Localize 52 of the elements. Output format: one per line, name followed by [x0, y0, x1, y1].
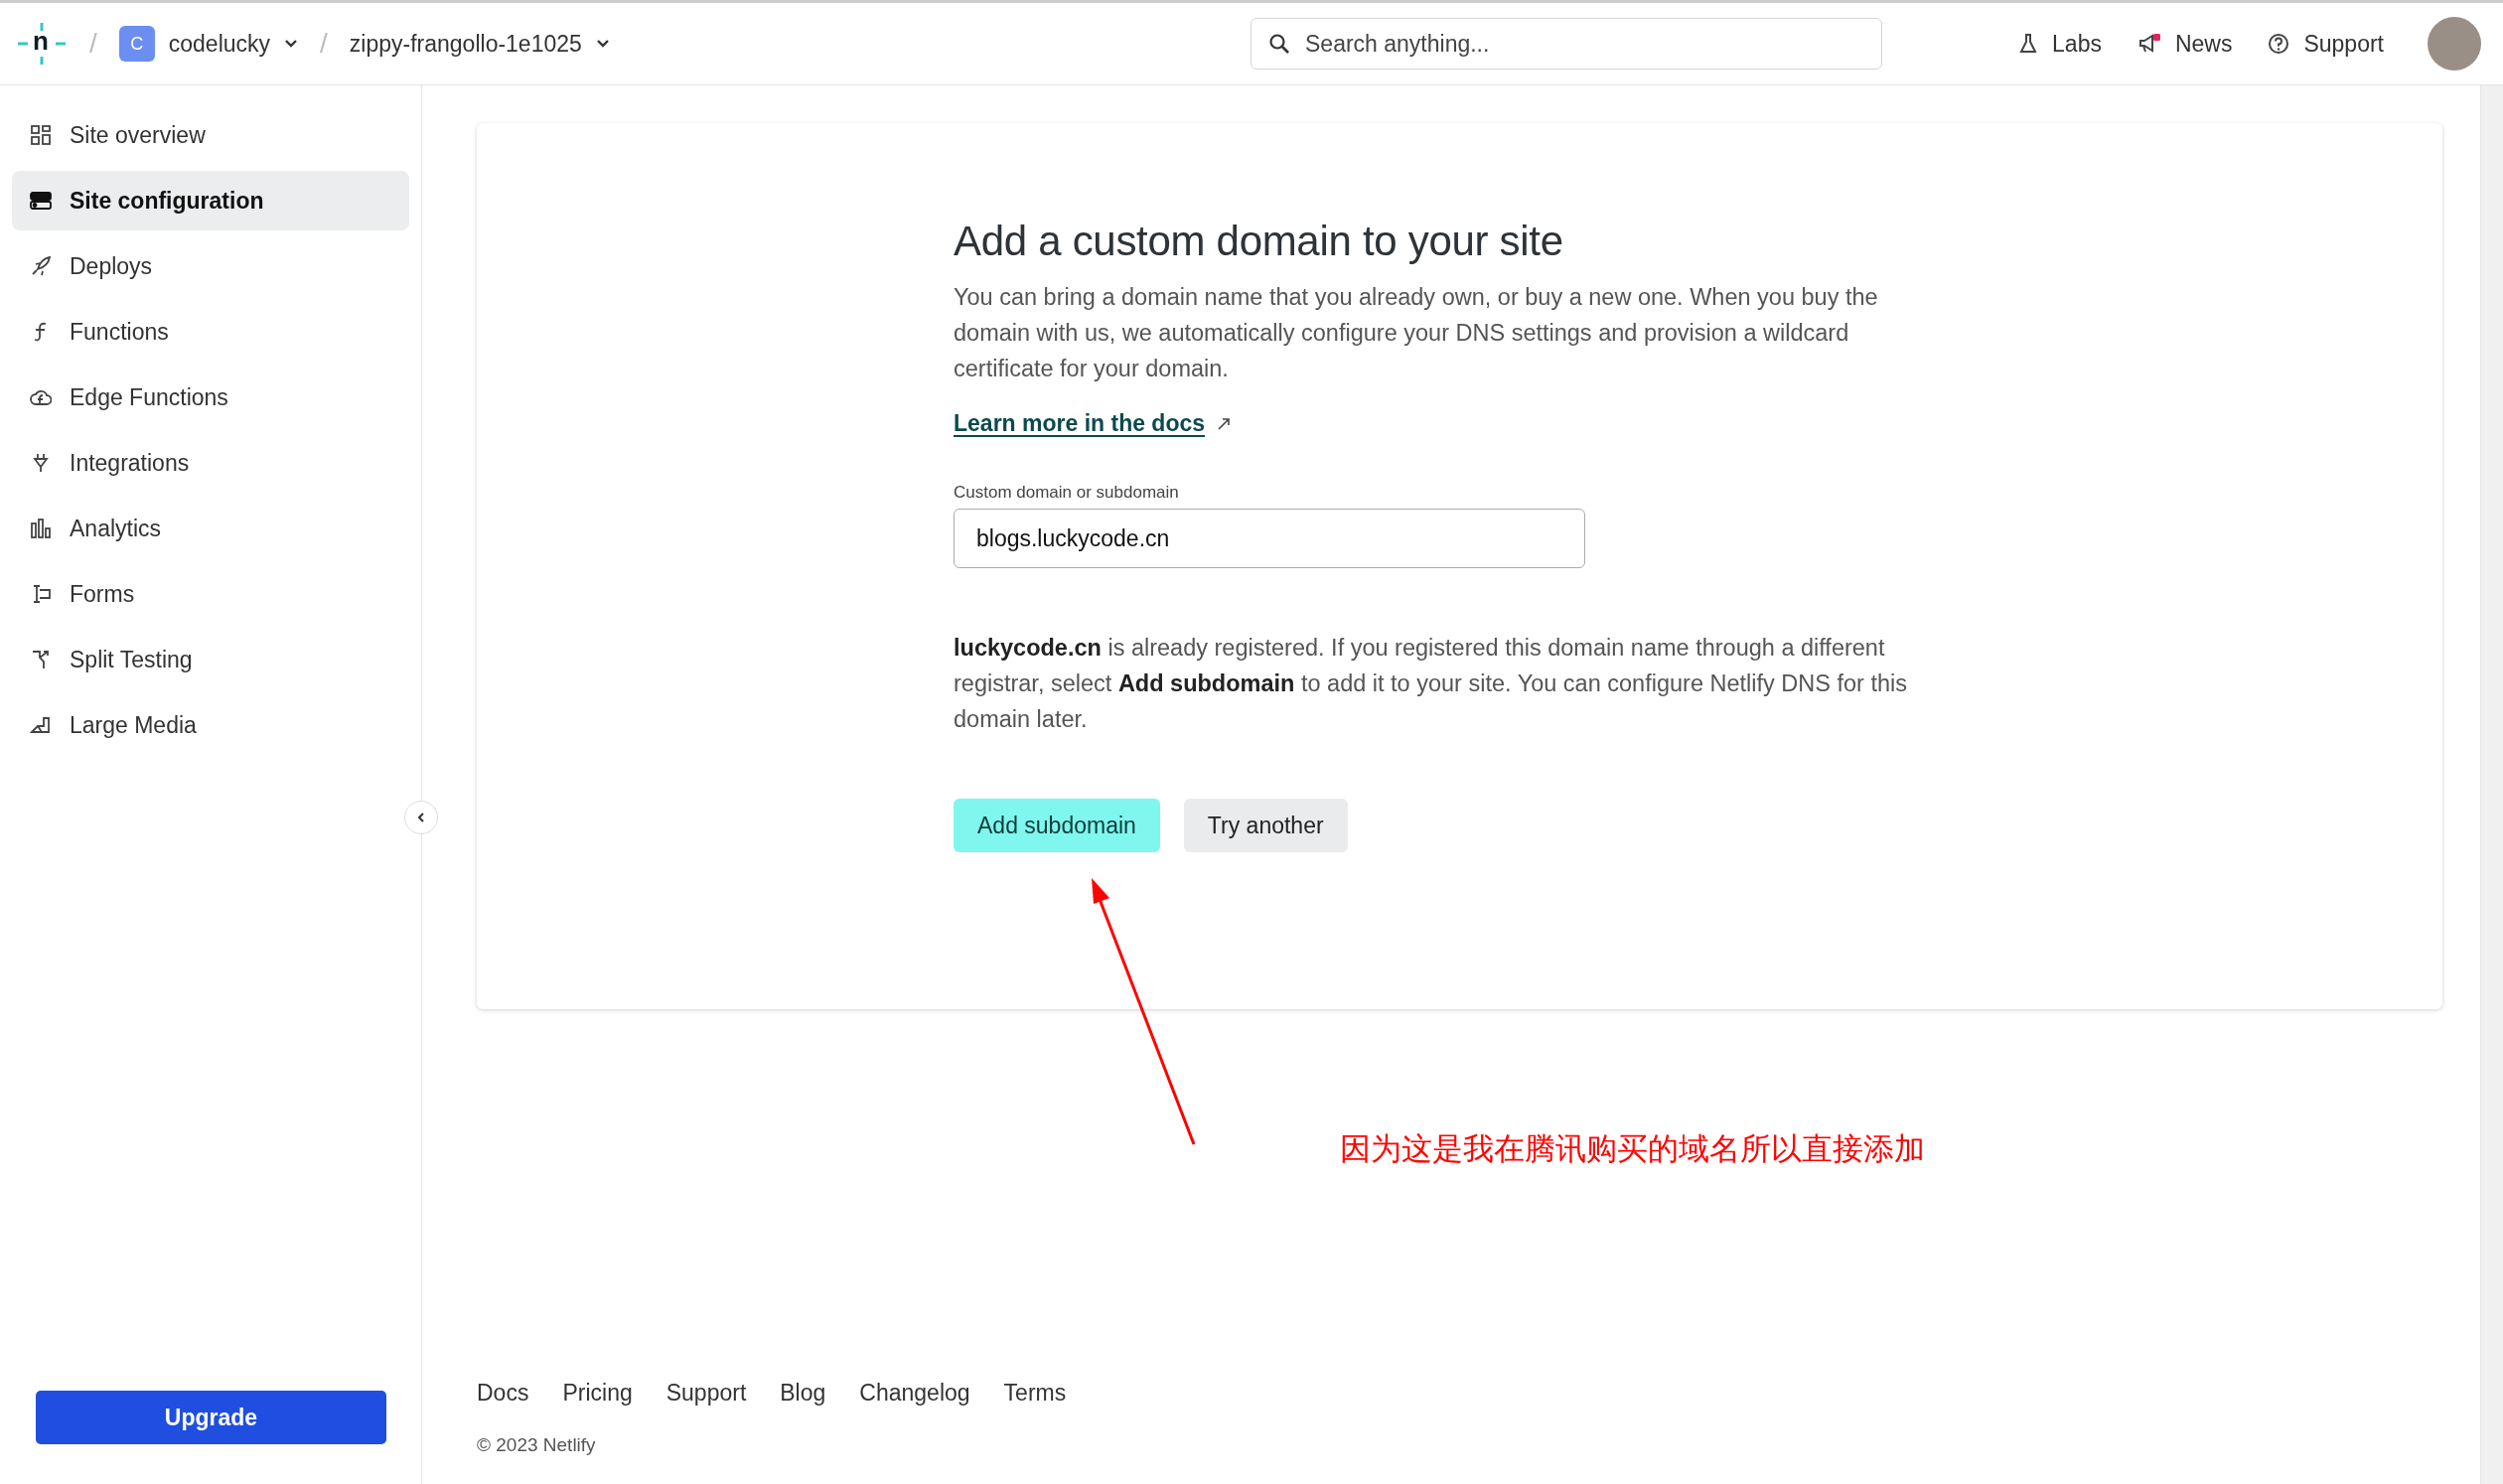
toggles-icon — [30, 190, 52, 212]
scrollbar[interactable] — [2480, 85, 2503, 1484]
collapse-button[interactable] — [404, 801, 438, 834]
search-icon — [1268, 33, 1290, 55]
sidebar-item[interactable]: Split Testing — [12, 630, 409, 689]
search-field[interactable]: Search anything... — [1251, 18, 1882, 70]
sidebar-item[interactable]: Edge Functions — [12, 368, 409, 427]
add-subdomain-button[interactable]: Add subdomain — [954, 799, 1160, 852]
docs-link[interactable]: Learn more in the docs — [954, 410, 1206, 437]
sidebar-item[interactable]: Forms — [12, 564, 409, 624]
breadcrumb-separator: / — [89, 28, 97, 60]
site-selector[interactable]: zippy-frangollo-1e1025 — [349, 30, 610, 58]
help-icon — [2268, 33, 2290, 55]
footer-link[interactable]: Support — [665, 1380, 747, 1407]
field-label: Custom domain or subdomain — [954, 483, 1180, 503]
megaphone-icon — [2136, 33, 2161, 55]
caret-icon — [284, 39, 299, 49]
footer-link[interactable]: Terms — [1003, 1380, 1067, 1407]
chevron-left-icon — [416, 812, 426, 823]
external-link-icon — [1217, 416, 1232, 431]
sidebar-item[interactable]: Site configuration — [12, 171, 409, 230]
try-another-button[interactable]: Try another — [1183, 799, 1348, 852]
intro-text: You can bring a domain name that you already own, or buy a new one. When you buy the domain with us, we automatically configure your DNS settings and provision a wildcard certificate for your domain. — [954, 283, 1879, 383]
nav-link[interactable]: Support — [2268, 30, 2384, 58]
sidebar-item[interactable]: Analytics — [12, 499, 409, 558]
sidebar-item[interactable]: Deploys — [12, 236, 409, 296]
copyright-text: © 2023 Netlify — [477, 1434, 597, 1456]
sidebar-item[interactable]: Large Media — [12, 695, 409, 755]
annotation-text: 因为这是我在腾讯购买的域名所以直接添加 — [1340, 1130, 1925, 1168]
media-icon — [30, 714, 52, 736]
grid-icon — [30, 124, 52, 146]
sidebar-item[interactable]: Site overview — [12, 105, 409, 165]
footer-link[interactable]: Changelog — [859, 1380, 970, 1407]
nav-link[interactable]: News — [2136, 30, 2233, 58]
sidebar-item[interactable]: Integrations — [12, 433, 409, 493]
upgrade-button[interactable]: Upgrade — [36, 1391, 386, 1444]
footer-link[interactable]: Pricing — [562, 1380, 633, 1407]
split-icon — [30, 649, 52, 670]
team-avatar: C — [118, 26, 155, 62]
caret-icon — [595, 39, 610, 49]
user-avatar[interactable] — [2428, 17, 2481, 71]
domain-input-field[interactable]: blogs.luckycode.cn — [954, 509, 1585, 568]
nav-link[interactable]: Labs — [2018, 30, 2102, 58]
breadcrumb-separator: / — [320, 28, 328, 60]
card-title: Add a custom domain to your site — [954, 218, 1564, 265]
sidebar-item[interactable]: Functions — [12, 302, 409, 362]
team-selector[interactable]: C codelucky — [118, 26, 299, 62]
footer-link[interactable]: Docs — [477, 1380, 529, 1407]
notice-text: luckycode.cn is already registered. If you registered this domain name through a different registrar, select Add subdomain to add it to your site. You can configure Netlify DNS for this domain later. — [954, 634, 1908, 734]
flask-icon — [2018, 33, 2039, 55]
bars-icon — [30, 518, 52, 539]
footer-link[interactable]: Blog — [780, 1380, 826, 1407]
